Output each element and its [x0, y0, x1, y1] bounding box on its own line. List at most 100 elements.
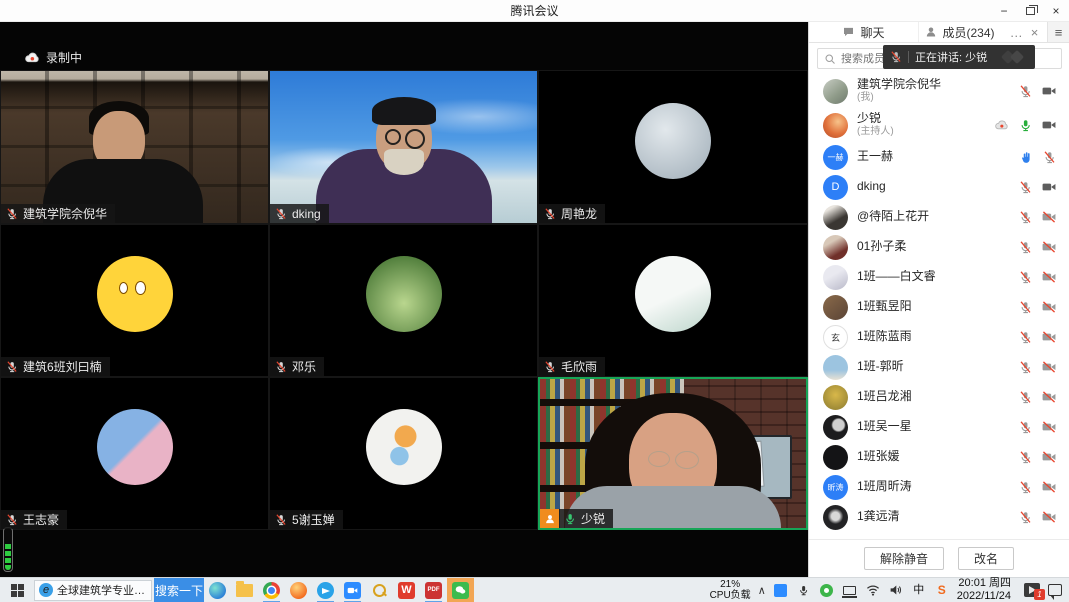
tab-chat[interactable]: 聊天 — [809, 22, 919, 42]
restore-icon — [1026, 7, 1035, 15]
member-row[interactable]: 1班吴一星 — [809, 412, 1069, 442]
taskbar-telegram-icon[interactable] — [312, 578, 339, 602]
active-mic-icon — [564, 513, 576, 525]
participant-avatar — [97, 409, 173, 485]
member-row[interactable]: D dking — [809, 172, 1069, 202]
member-row[interactable]: 一赫 王一赫 — [809, 142, 1069, 172]
member-row[interactable]: 01孙子柔 — [809, 232, 1069, 262]
panel-tab-actions: … × — [1001, 22, 1047, 42]
member-row[interactable]: 1班张媛 — [809, 442, 1069, 472]
member-row[interactable]: 1班吕龙湘 — [809, 382, 1069, 412]
tray-media-icon[interactable]: 1 — [1024, 582, 1040, 598]
windows-logo-icon — [11, 584, 24, 597]
browser-task-button[interactable]: e 全球建筑学专业大学... — [34, 580, 152, 601]
avatar: D — [823, 175, 848, 200]
restore-button[interactable] — [1017, 0, 1043, 22]
member-row[interactable]: 昕涛 1班周昕涛 — [809, 472, 1069, 502]
avatar: 昕涛 — [823, 475, 848, 500]
video-tile-2[interactable]: 周艳龙 — [538, 70, 808, 224]
camera-on-icon — [1042, 85, 1056, 97]
tray-mic-icon[interactable] — [796, 582, 812, 598]
muted-mic-icon — [275, 361, 287, 373]
minimize-button[interactable]: − — [991, 0, 1017, 22]
member-row[interactable]: 1龚远清 — [809, 502, 1069, 532]
taskbar-pdf-icon[interactable]: PDF — [420, 578, 447, 602]
taskbar-explorer-icon[interactable] — [231, 578, 258, 602]
muted-mic-icon — [1019, 181, 1032, 194]
member-row[interactable]: 1班——白文睿 — [809, 262, 1069, 292]
tab-members-label: 成员(234) — [942, 24, 994, 41]
video-tile-5[interactable]: 毛欣雨 — [538, 224, 808, 377]
taskbar-wechat-icon[interactable] — [447, 578, 474, 602]
panel-footer: 解除静音 改名 — [809, 539, 1069, 577]
member-name: 少锐 — [857, 112, 894, 126]
tile-name: 邓乐 — [292, 358, 316, 375]
member-row[interactable]: 玄 1班陈蓝雨 — [809, 322, 1069, 352]
tab-members[interactable]: 成员(234) — [919, 22, 1001, 42]
panel-menu-button[interactable]: ≡ — [1047, 22, 1069, 42]
recording-cloud-icon — [24, 51, 40, 64]
video-tile-7[interactable]: 5谢玉婵 — [269, 377, 538, 530]
tray-antivirus-icon[interactable] — [819, 582, 835, 598]
member-row[interactable]: 少锐(主持人) — [809, 108, 1069, 142]
member-row[interactable]: 1班甄昱阳 — [809, 292, 1069, 322]
camera-off-icon — [1042, 271, 1056, 283]
orange-browser-icon — [290, 582, 307, 599]
more-icon[interactable]: … — [1010, 25, 1023, 40]
close-button[interactable]: × — [1043, 0, 1069, 22]
taskbar-clock[interactable]: 20:01 周四 2022/11/24 — [957, 577, 1011, 602]
taskbar-wps-icon[interactable]: W — [393, 578, 420, 602]
taskbar-magnifier-icon[interactable] — [366, 578, 393, 602]
member-name: @待陌上花开 — [857, 210, 929, 224]
windows-taskbar: e 全球建筑学专业大学... 搜索一下 W PDF 21% CPU负载 ∧ 中 — [0, 577, 1069, 602]
taskbar-meeting-icon[interactable] — [339, 578, 366, 602]
video-tile-3[interactable]: 建筑6班刘曰楠 — [0, 224, 269, 377]
muted-mic-icon — [1043, 151, 1056, 164]
avatar-text: 玄 — [831, 331, 840, 344]
close-panel-icon[interactable]: × — [1031, 25, 1039, 40]
action-center-icon[interactable] — [1047, 582, 1063, 598]
taskbar-chrome-icon[interactable] — [258, 578, 285, 602]
participant-avatar — [366, 409, 442, 485]
unmute-button[interactable]: 解除静音 — [864, 547, 944, 570]
video-tile-0[interactable]: 建筑学院佘倪华 — [0, 70, 269, 224]
tile-name-label: 5谢玉婵 — [270, 510, 343, 529]
taskbar-edge-icon[interactable] — [204, 578, 231, 602]
member-row[interactable]: 1班-郭昕 — [809, 352, 1069, 382]
video-tile-4[interactable]: 邓乐 — [269, 224, 538, 377]
avatar — [823, 505, 848, 530]
ime-indicator[interactable]: 中 — [911, 582, 927, 598]
tile-name-label: 毛欣雨 — [539, 357, 605, 376]
taskbar-browser2-icon[interactable] — [285, 578, 312, 602]
tray-volume-icon[interactable] — [888, 582, 904, 598]
video-tile-6[interactable]: 王志豪 — [0, 377, 269, 530]
tile-name-label: 建筑学院佘倪华 — [1, 204, 115, 223]
tooltip-divider — [908, 51, 909, 63]
video-tile-8[interactable]: 少锐 — [538, 377, 808, 530]
camera-off-icon — [1042, 301, 1056, 313]
muted-mic-icon — [1019, 301, 1032, 314]
member-row[interactable]: @待陌上花开 — [809, 202, 1069, 232]
tray-s-app-icon[interactable]: S — [934, 582, 950, 598]
taskbar-search-button[interactable]: 搜索一下 — [154, 578, 204, 602]
muted-mic-icon — [275, 208, 287, 220]
avatar — [823, 415, 848, 440]
cpu-monitor[interactable]: 21% CPU负载 — [710, 579, 751, 601]
tray-network-icon[interactable] — [865, 582, 881, 598]
paper-plane-icon — [317, 582, 334, 599]
participant-avatar — [366, 256, 442, 332]
tray-meeting-icon[interactable] — [773, 582, 789, 598]
hidden-icons-chevron[interactable]: ∧ — [758, 584, 766, 597]
member-name: 1班甄昱阳 — [857, 300, 912, 314]
avatar-text: D — [832, 181, 840, 193]
tray-device-icon[interactable] — [842, 582, 858, 598]
tile-name: 毛欣雨 — [561, 358, 597, 375]
recording-indicator[interactable]: 录制中 — [24, 49, 82, 66]
tile-name-label: dking — [270, 204, 329, 223]
rename-button[interactable]: 改名 — [958, 547, 1014, 570]
tile-name: 王志豪 — [23, 511, 59, 528]
tile-name: 少锐 — [581, 510, 605, 527]
start-button[interactable] — [0, 578, 34, 602]
video-tile-1[interactable]: dking — [269, 70, 538, 224]
member-row[interactable]: 建筑学院佘倪华(我) — [809, 74, 1069, 108]
